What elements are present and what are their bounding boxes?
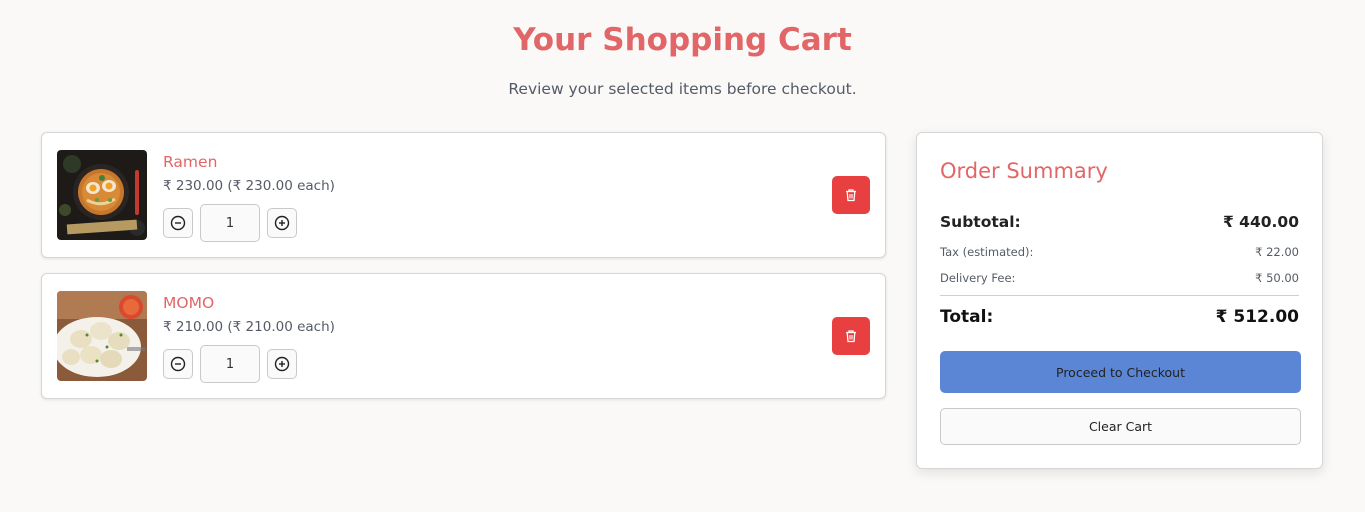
- trash-icon: [846, 189, 856, 202]
- minus-circle-icon: [170, 215, 186, 231]
- decrease-quantity-button[interactable]: [163, 208, 193, 238]
- increase-quantity-button[interactable]: [267, 349, 297, 379]
- total-row: Total: ₹ 512.00: [940, 307, 1299, 327]
- delivery-row: Delivery Fee: ₹ 50.00: [940, 271, 1299, 285]
- order-summary-title: Order Summary: [940, 159, 1108, 183]
- tax-value: ₹ 22.00: [1255, 245, 1299, 259]
- clear-cart-button[interactable]: Clear Cart: [940, 408, 1301, 445]
- decrease-quantity-button[interactable]: [163, 349, 193, 379]
- item-name: Ramen: [163, 153, 218, 171]
- remove-item-button[interactable]: [832, 176, 870, 214]
- summary-divider: [940, 295, 1299, 296]
- ramen-image: [57, 150, 147, 240]
- tax-label: Tax (estimated):: [940, 245, 1034, 259]
- momo-photo: [57, 291, 147, 381]
- plus-circle-icon: [274, 356, 290, 372]
- page-title: Your Shopping Cart: [513, 22, 852, 58]
- subtotal-row: Subtotal: ₹ 440.00: [940, 213, 1299, 231]
- delivery-label: Delivery Fee:: [940, 271, 1016, 285]
- page-subtitle: Review your selected items before checko…: [508, 80, 857, 98]
- cart-item: Ramen ₹ 230.00 (₹ 230.00 each): [41, 132, 886, 258]
- tax-row: Tax (estimated): ₹ 22.00: [940, 245, 1299, 259]
- item-price: ₹ 230.00 (₹ 230.00 each): [163, 178, 335, 194]
- item-name: MOMO: [163, 294, 215, 312]
- trash-icon: [846, 330, 856, 343]
- quantity-input[interactable]: [200, 345, 260, 383]
- quantity-input[interactable]: [200, 204, 260, 242]
- subtotal-value: ₹ 440.00: [1223, 213, 1299, 231]
- minus-circle-icon: [170, 356, 186, 372]
- delivery-value: ₹ 50.00: [1255, 271, 1299, 285]
- remove-item-button[interactable]: [832, 317, 870, 355]
- item-price: ₹ 210.00 (₹ 210.00 each): [163, 319, 335, 335]
- cart-item-list: Ramen ₹ 230.00 (₹ 230.00 each) 1 MOMO ₹ …: [41, 132, 886, 414]
- total-value: ₹ 512.00: [1215, 307, 1299, 327]
- subtotal-label: Subtotal:: [940, 213, 1021, 231]
- plus-circle-icon: [274, 215, 290, 231]
- increase-quantity-button[interactable]: [267, 208, 297, 238]
- order-summary-panel: Order Summary Subtotal: ₹ 440.00 Tax (es…: [916, 132, 1323, 469]
- ramen-photo: [57, 150, 147, 240]
- total-label: Total:: [940, 307, 994, 327]
- momo-image: [57, 291, 147, 381]
- cart-item: MOMO ₹ 210.00 (₹ 210.00 each): [41, 273, 886, 399]
- proceed-to-checkout-button[interactable]: Proceed to Checkout: [940, 351, 1301, 393]
